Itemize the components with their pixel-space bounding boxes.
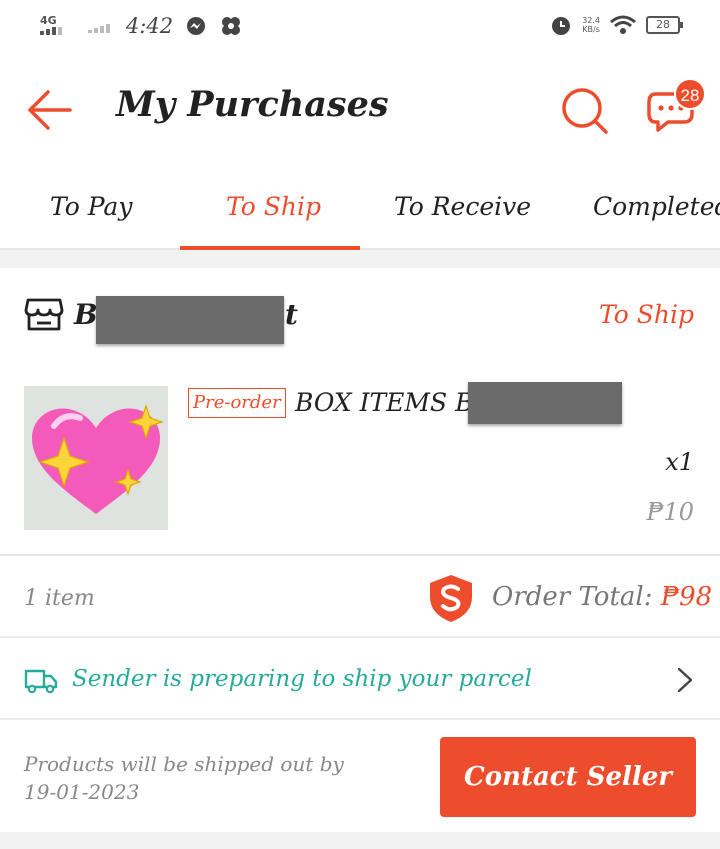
order-card[interactable]: B t To Ship Pre-order BOX ITEMS BY x1 ₱1… — [0, 268, 720, 832]
tab-to-ship[interactable]: To Ship — [226, 192, 321, 221]
truck-icon — [24, 669, 58, 694]
redaction-box — [468, 382, 622, 424]
page-title: My Purchases — [116, 84, 389, 125]
contact-seller-button[interactable]: Contact Seller — [440, 737, 696, 817]
active-tab-indicator — [180, 246, 360, 250]
signal-icon — [86, 14, 110, 38]
status-bar-right: 32.4 KB/s 28 — [550, 14, 683, 36]
order-total-label: Order Total: — [492, 582, 653, 612]
chat-badge: 28 — [674, 78, 706, 110]
tab-completed[interactable]: Completed — [593, 192, 720, 221]
app-header: My Purchases 28 — [0, 58, 720, 162]
pinwheel-icon — [222, 17, 241, 35]
order-footer: Products will be shipped out by 19-01-20… — [0, 722, 720, 832]
product-row[interactable]: Pre-order BOX ITEMS BY x1 ₱10 — [0, 364, 720, 556]
tab-to-receive[interactable]: To Receive — [394, 192, 531, 221]
product-thumbnail — [24, 386, 168, 530]
shield-icon — [430, 575, 472, 622]
ship-by-note: Products will be shipped out by 19-01-20… — [24, 750, 344, 806]
alarm-icon — [552, 17, 571, 35]
sparkling-heart-icon — [32, 404, 164, 514]
product-name[interactable]: BOX ITEMS BY — [295, 388, 490, 417]
battery-icon: 28 — [646, 16, 683, 34]
shop-row[interactable]: B t To Ship — [0, 268, 720, 364]
wifi-icon — [610, 15, 636, 34]
order-total-value: ₱98 — [660, 582, 713, 612]
item-count: 1 item — [24, 586, 95, 611]
ship-by-text: Products will be shipped out by — [24, 752, 344, 776]
shipping-status-text[interactable]: Sender is preparing to ship your parcel — [72, 666, 532, 692]
messenger-icon — [187, 17, 206, 35]
redaction-box — [96, 296, 284, 344]
preorder-tag: Pre-order — [188, 388, 286, 418]
back-arrow-icon[interactable] — [26, 88, 72, 132]
order-total-row: 1 item Order Total: ₱98 — [0, 558, 720, 638]
ship-by-date: 19-01-2023 — [24, 780, 140, 804]
status-bar-left: 4G 4:42 — [40, 14, 243, 38]
signal-4g-icon: 4G — [40, 14, 74, 38]
shop-icon — [24, 298, 64, 331]
product-quantity: x1 — [665, 448, 694, 476]
network-speed: 32.4 KB/s — [582, 16, 600, 34]
order-total: Order Total: ₱98 — [492, 582, 712, 612]
shop-name[interactable]: B — [74, 298, 98, 331]
tab-to-pay[interactable]: To Pay — [50, 192, 132, 221]
order-status: To Ship — [599, 300, 694, 329]
chevron-right-icon[interactable] — [676, 666, 694, 694]
search-icon[interactable] — [560, 86, 610, 136]
clock: 4:42 — [126, 14, 174, 38]
shipping-status-row[interactable]: Sender is preparing to ship your parcel — [0, 640, 720, 720]
network-type: 4G — [40, 14, 57, 27]
product-price: ₱10 — [646, 498, 694, 526]
status-bar: 4G 4:42 32.4 KB/s 28 — [0, 0, 720, 58]
shop-name-end[interactable]: t — [285, 298, 298, 331]
order-tabs: To Pay To Ship To Receive Completed — [0, 162, 720, 250]
